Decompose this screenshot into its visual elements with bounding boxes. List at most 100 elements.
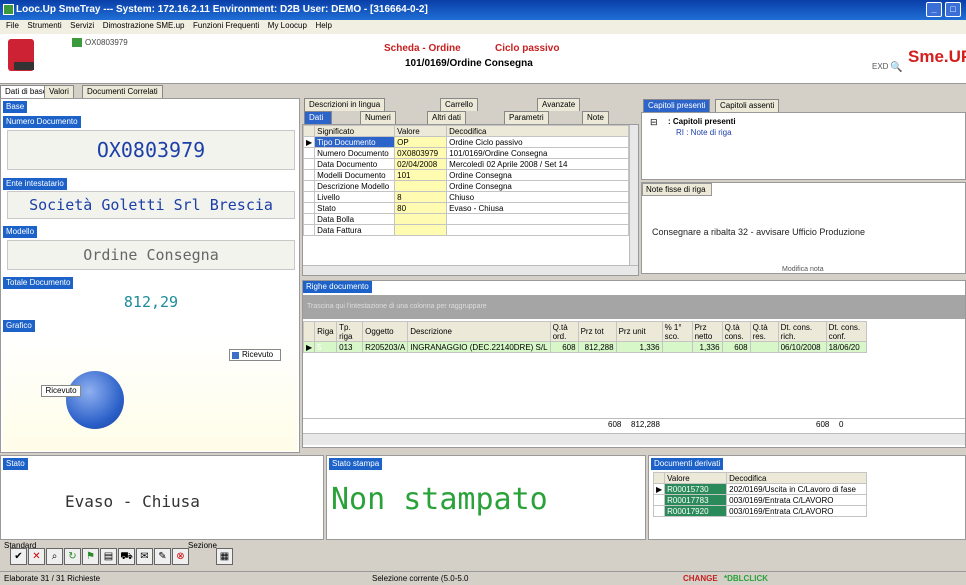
cell-decodifica[interactable]: 003/0169/Entrata C/LAVORO [726,494,868,506]
cell[interactable]: 013 [336,341,364,353]
cancel-icon[interactable]: ✕ [28,548,45,565]
tree-root[interactable]: : Capitoli presenti [668,117,736,126]
table-row[interactable]: Data Documento 02/04/2008 Mercoledì 02 Apr… [303,158,629,170]
cell-valore[interactable]: 101 [394,169,448,181]
tools-icon[interactable]: ✎ [154,548,171,565]
cell-decodifica[interactable]: Ordine Consegna [446,180,629,192]
righe-hscrollbar[interactable] [303,433,965,445]
tab-documenti-correlati[interactable]: Documenti Correlati [82,85,163,98]
cell-valore[interactable]: 80 [394,202,448,214]
cell-decodifica[interactable]: Evaso - Chiusa [446,202,629,214]
col-decodifica[interactable]: Decodifica [446,125,629,137]
tree-collapse-icon[interactable]: ⊟ [650,117,658,128]
stop-icon[interactable]: ⊗ [172,548,189,565]
tab-capitoli-assenti[interactable]: Capitoli assenti [715,99,780,112]
col-header[interactable]: Q.tà cons. [721,321,751,342]
cell-valore[interactable] [394,213,448,225]
cell-valore[interactable]: 0X0803979 [394,147,448,159]
tab-altri-dati[interactable]: Altri dati [427,111,466,124]
table-row[interactable]: Data Bolla [303,213,629,225]
maximize-button[interactable]: □ [945,2,961,17]
dati-scrollbar[interactable] [629,125,638,265]
cell-decodifica[interactable]: 003/0169/Entrata C/LAVORO [726,505,868,517]
cell-significato[interactable]: Data Bolla [314,213,396,225]
cell-decodifica[interactable]: Ordine Consegna [446,169,629,181]
cell[interactable]: 812,288 [577,341,617,353]
cell[interactable]: 06/10/2008 [777,341,827,353]
search-icon[interactable]: 🔍 [890,62,902,73]
cart-icon[interactable]: ⛟ [118,548,135,565]
cell-significato[interactable]: Data Fattura [314,224,396,236]
table-row[interactable]: R00017783 003/0169/Entrata C/LAVORO [652,494,868,506]
tab-avanzate[interactable]: Avanzate [537,98,581,111]
cell-decodifica[interactable]: Chiuso [446,191,629,203]
cell[interactable]: 5 [314,341,338,353]
cell-valore[interactable]: 02/04/2008 [394,158,448,170]
dati-hscrollbar[interactable] [303,265,638,275]
cell-decodifica[interactable]: Mercoledì 02 Aprile 2008 / Set 14 [446,158,629,170]
cell-valore[interactable]: OP [394,136,448,148]
minimize-button[interactable]: _ [926,2,942,17]
cell-significato[interactable]: Data Documento [314,158,396,170]
menu-dimostrazione[interactable]: Dimostrazione SME.up [103,21,185,30]
table-row[interactable]: Descrizione Modello Ordine Consegna [303,180,629,192]
table-row[interactable]: Data Fattura [303,224,629,236]
table-row[interactable]: Livello 8 Chiuso [303,191,629,203]
col-header[interactable]: Prz unit [615,321,663,342]
table-row[interactable]: ▶ R00015730 202/0169/Uscita in C/Lavoro di… [652,483,868,495]
col-header[interactable]: Dt. cons. rich. [777,321,827,342]
document-icon[interactable]: ▤ [100,548,117,565]
table-row[interactable]: Stato 80 Evaso - Chiusa [303,202,629,214]
tab-parametri[interactable]: Parametri [504,111,549,124]
col-decodifica[interactable]: Decodifica [726,472,868,484]
menu-strumenti[interactable]: Strumenti [27,21,61,30]
col-valore[interactable]: Valore [394,125,448,137]
tab-descrizioni[interactable]: Descrizioni in lingua [304,98,386,111]
col-header[interactable]: Riga [314,321,338,342]
cell-decodifica[interactable] [446,213,629,225]
tab-capitoli-presenti[interactable]: Capitoli presenti [643,99,711,112]
cell-valore[interactable]: 8 [394,191,448,203]
col-valore[interactable]: Valore [664,472,728,484]
col-significato[interactable]: Significato [314,125,396,137]
cell-significato[interactable]: Modelli Documento [314,169,396,181]
cell-valore[interactable]: R00015730 [664,483,728,495]
tab-note[interactable]: Note [582,111,609,124]
cell[interactable] [661,341,693,353]
cell-decodifica[interactable] [446,224,629,236]
col-header[interactable]: Oggetto [362,321,409,342]
cell-decodifica[interactable]: Ordine Ciclo passivo [446,136,629,148]
col-header[interactable]: Dt. cons. conf. [825,321,867,342]
cell-significato[interactable]: Numero Documento [314,147,396,159]
cell[interactable]: 1,336 [691,341,723,353]
tab-dati[interactable]: Dati [304,111,332,124]
flag-icon[interactable]: ⚑ [82,548,99,565]
tree-child[interactable]: RI : Note di riga [676,128,732,137]
cell-significato[interactable]: Tipo Documento [314,136,396,148]
table-row[interactable]: R00017920 003/0169/Entrata C/LAVORO [652,505,868,517]
cell-valore[interactable]: R00017920 [664,505,728,517]
col-header[interactable]: Prz tot [577,321,617,342]
col-header[interactable]: Q.tà ord. [549,321,579,342]
accept-icon[interactable]: ✔ [10,548,27,565]
cell-decodifica[interactable]: 101/0169/Ordine Consegna [446,147,629,159]
table-row[interactable]: ▶ Tipo Documento OP Ordine Ciclo passivo [303,136,629,148]
table-row[interactable]: Modelli Documento 101 Ordine Consegna [303,169,629,181]
tab-valori[interactable]: Valori [44,85,74,98]
cell-significato[interactable]: Descrizione Modello [314,180,396,192]
cell[interactable]: 608 [549,341,579,353]
col-header[interactable]: Descrizione [407,321,551,342]
col-header[interactable]: Q.tà res. [749,321,779,342]
cell[interactable] [749,341,779,353]
col-header[interactable]: % 1° sco. [661,321,693,342]
cell[interactable]: 1,336 [615,341,663,353]
find-icon[interactable]: ⌕ [46,548,63,565]
cell[interactable]: 608 [721,341,751,353]
table-row[interactable]: ▶ 5 013 R205203/A INGRANAGGIO (DEC.22140DRE)… [302,341,867,353]
section-icon[interactable]: ▦ [216,548,233,565]
cell-valore[interactable]: R00017783 [664,494,728,506]
mail-icon[interactable]: ✉ [136,548,153,565]
cell[interactable]: INGRANAGGIO (DEC.22140DRE) S/L [407,341,551,353]
note-footer[interactable]: Modifica nota [782,266,824,273]
menu-funzioni[interactable]: Funzioni Frequenti [193,21,259,30]
